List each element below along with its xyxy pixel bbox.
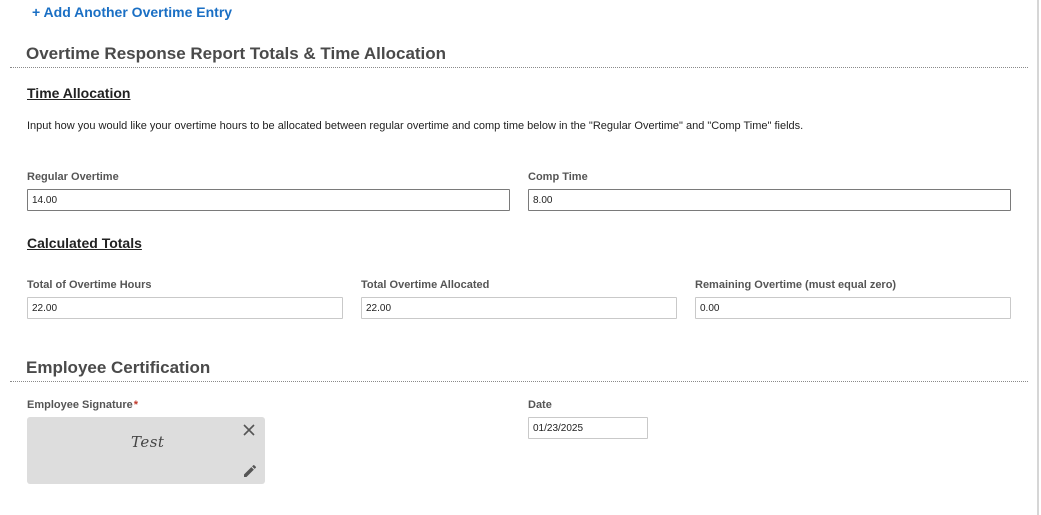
time-allocation-heading: Time Allocation — [27, 85, 131, 101]
totals-section-title: Overtime Response Report Totals & Time A… — [26, 44, 447, 63]
date-input[interactable] — [528, 417, 648, 439]
required-marker: * — [133, 399, 139, 411]
time-allocation-help-text: Input how you would like your overtime h… — [27, 120, 804, 132]
signature-value: Test — [131, 433, 165, 451]
pencil-icon[interactable] — [242, 463, 258, 479]
total-overtime-hours-field — [27, 297, 343, 319]
add-overtime-entry-link[interactable]: + Add Another Overtime Entry — [32, 4, 232, 20]
regular-overtime-label: Regular Overtime — [27, 171, 119, 183]
remaining-overtime-field — [695, 297, 1011, 319]
remaining-overtime-label: Remaining Overtime (must equal zero) — [695, 279, 897, 291]
total-overtime-hours-label: Total of Overtime Hours — [27, 279, 152, 291]
certification-section-title: Employee Certification — [26, 358, 211, 377]
comp-time-label: Comp Time — [528, 171, 588, 183]
total-overtime-allocated-label: Total Overtime Allocated — [361, 279, 490, 291]
regular-overtime-input[interactable] — [27, 189, 510, 211]
employee-signature-label-text: Employee Signature — [27, 399, 133, 411]
total-overtime-allocated-field — [361, 297, 677, 319]
section-divider — [10, 67, 1028, 68]
scrollbar-edge — [1037, 0, 1039, 515]
date-label: Date — [528, 399, 552, 411]
close-icon[interactable] — [241, 422, 257, 438]
signature-pad[interactable]: Test — [27, 417, 265, 484]
calculated-totals-heading: Calculated Totals — [27, 235, 142, 251]
comp-time-input[interactable] — [528, 189, 1011, 211]
section-divider — [10, 381, 1028, 382]
employee-signature-label: Employee Signature* — [27, 399, 138, 411]
